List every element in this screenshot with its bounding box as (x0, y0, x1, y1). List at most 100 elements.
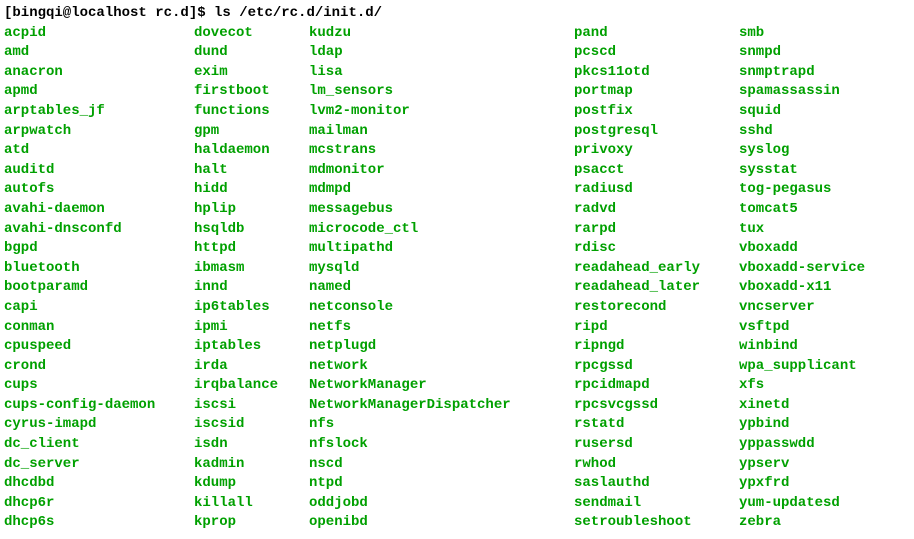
list-item: vsftpd (739, 318, 909, 338)
list-item: zebra (739, 513, 909, 533)
list-item: syslog (739, 141, 909, 161)
list-item: rstatd (574, 415, 739, 435)
list-item: mcstrans (309, 141, 574, 161)
list-item: readahead_early (574, 259, 739, 279)
list-item: anacron (4, 63, 194, 83)
list-item: ypbind (739, 415, 909, 435)
list-item: arptables_jf (4, 102, 194, 122)
list-item: cyrus-imapd (4, 415, 194, 435)
list-item: radvd (574, 200, 739, 220)
list-item: ripngd (574, 337, 739, 357)
list-item: ypserv (739, 455, 909, 475)
list-item: pcscd (574, 43, 739, 63)
list-item: killall (194, 494, 309, 514)
list-item: psacct (574, 161, 739, 181)
list-item: arpwatch (4, 122, 194, 142)
list-item: snmptrapd (739, 63, 909, 83)
list-item: netplugd (309, 337, 574, 357)
list-item: postfix (574, 102, 739, 122)
list-item: hsqldb (194, 220, 309, 240)
list-item: innd (194, 278, 309, 298)
list-item: kudzu (309, 24, 574, 44)
list-item: gpm (194, 122, 309, 142)
list-item: sshd (739, 122, 909, 142)
list-item: radiusd (574, 180, 739, 200)
list-item: dhcdbd (4, 474, 194, 494)
list-item: haldaemon (194, 141, 309, 161)
list-item: avahi-daemon (4, 200, 194, 220)
list-item: cpuspeed (4, 337, 194, 357)
listing-col-4: pand pcscd pkcs11otd portmap postfix pos… (574, 24, 739, 533)
list-item: atd (4, 141, 194, 161)
list-item: rwhod (574, 455, 739, 475)
list-item: snmpd (739, 43, 909, 63)
list-item: cups-config-daemon (4, 396, 194, 416)
list-item: irda (194, 357, 309, 377)
list-item: vboxadd-service (739, 259, 909, 279)
directory-listing: acpid amd anacron apmd arptables_jf arpw… (4, 24, 910, 533)
list-item: network (309, 357, 574, 377)
list-item: avahi-dnsconfd (4, 220, 194, 240)
list-item: bgpd (4, 239, 194, 259)
list-item: restorecond (574, 298, 739, 318)
list-item: winbind (739, 337, 909, 357)
list-item: privoxy (574, 141, 739, 161)
list-item: vboxadd-x11 (739, 278, 909, 298)
list-item: ypxfrd (739, 474, 909, 494)
list-item: capi (4, 298, 194, 318)
list-item: postgresql (574, 122, 739, 142)
list-item: openibd (309, 513, 574, 533)
list-item: yum-updatesd (739, 494, 909, 514)
list-item: tomcat5 (739, 200, 909, 220)
list-item: ibmasm (194, 259, 309, 279)
list-item: dc_client (4, 435, 194, 455)
list-item: amd (4, 43, 194, 63)
list-item: dhcp6r (4, 494, 194, 514)
list-item: lm_sensors (309, 82, 574, 102)
list-item: dund (194, 43, 309, 63)
listing-col-5: smb snmpd snmptrapd spamassassin squid s… (739, 24, 909, 533)
list-item: nfslock (309, 435, 574, 455)
list-item: kdump (194, 474, 309, 494)
list-item: tux (739, 220, 909, 240)
list-item: lisa (309, 63, 574, 83)
list-item: xinetd (739, 396, 909, 416)
list-item: portmap (574, 82, 739, 102)
list-item: rarpd (574, 220, 739, 240)
list-item: exim (194, 63, 309, 83)
list-item: acpid (4, 24, 194, 44)
list-item: vncserver (739, 298, 909, 318)
list-item: auditd (4, 161, 194, 181)
list-item: messagebus (309, 200, 574, 220)
list-item: autofs (4, 180, 194, 200)
list-item: mysqld (309, 259, 574, 279)
list-item: ripd (574, 318, 739, 338)
listing-col-2: dovecot dund exim firstboot functions gp… (194, 24, 309, 533)
list-item: saslauthd (574, 474, 739, 494)
list-item: cups (4, 376, 194, 396)
list-item: iscsi (194, 396, 309, 416)
list-item: kprop (194, 513, 309, 533)
list-item: named (309, 278, 574, 298)
list-item: httpd (194, 239, 309, 259)
list-item: rpcsvcgssd (574, 396, 739, 416)
list-item: lvm2-monitor (309, 102, 574, 122)
list-item: tog-pegasus (739, 180, 909, 200)
list-item: yppasswdd (739, 435, 909, 455)
list-item: dovecot (194, 24, 309, 44)
list-item: sysstat (739, 161, 909, 181)
list-item: xfs (739, 376, 909, 396)
list-item: nscd (309, 455, 574, 475)
list-item: ipmi (194, 318, 309, 338)
list-item: dc_server (4, 455, 194, 475)
list-item: netfs (309, 318, 574, 338)
list-item: bluetooth (4, 259, 194, 279)
list-item: sendmail (574, 494, 739, 514)
list-item: microcode_ctl (309, 220, 574, 240)
list-item: isdn (194, 435, 309, 455)
list-item: irqbalance (194, 376, 309, 396)
list-item: firstboot (194, 82, 309, 102)
list-item: spamassassin (739, 82, 909, 102)
list-item: oddjobd (309, 494, 574, 514)
list-item: smb (739, 24, 909, 44)
